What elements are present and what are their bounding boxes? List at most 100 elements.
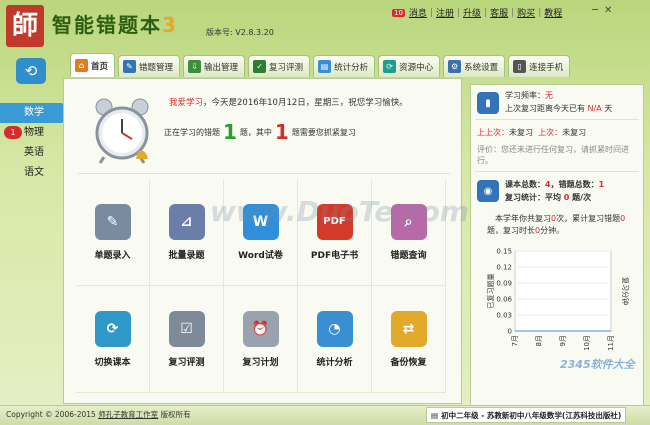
chart-xtick-label: 10月: [583, 335, 591, 351]
review-comment: 评价：您还未进行任何复习，请抓紧时间进行。: [477, 145, 629, 165]
chart-xtick-label: 11月: [607, 335, 615, 351]
menu-tutorial[interactable]: 教程: [544, 6, 562, 19]
function-label: 统计分析: [316, 357, 353, 368]
function-grid: ✎ 单题录入 ⊿ 批量录题 W Word试卷 PDF PDF电子书 ⌕ 错题查询 ⟳ 切换课…: [76, 179, 446, 394]
books-icon: ◉: [477, 180, 499, 202]
tab-stats[interactable]: ▤ 统计分析: [313, 55, 376, 77]
word-paper-button[interactable]: W Word试卷: [224, 179, 298, 286]
function-label: 复习计划: [242, 357, 279, 368]
menu-support[interactable]: 客服: [490, 6, 508, 19]
tab-phone[interactable]: ▯ 连接手机: [508, 55, 571, 77]
chart-plot-area: [514, 250, 612, 332]
subject-physics[interactable]: 1 物理: [0, 123, 62, 143]
tab-label: 错题管理: [139, 62, 174, 73]
magnifier-icon: ⌕: [390, 203, 427, 240]
pdf-icon: PDF: [316, 203, 353, 240]
word-icon: W: [242, 203, 279, 240]
chart-xtick-label: 9月: [559, 335, 567, 346]
subject-math[interactable]: 数学: [0, 103, 64, 123]
divider: [475, 119, 639, 120]
tab-label: 连接手机: [529, 62, 564, 73]
tab-review[interactable]: ✓ 复习评测: [248, 55, 311, 77]
chart-ytick-label: 0.06: [496, 296, 512, 304]
pen-paper-icon: ✎: [94, 203, 131, 240]
menu-buy[interactable]: 购买: [517, 6, 535, 19]
greeting: 我爱学习，今天是2016年10月12日，星期三，祝您学习愉快。: [169, 96, 408, 108]
learning-progress: 正在学习的错题 1 题，其中 1 题需要您抓紧复习: [164, 122, 356, 142]
chart-ytick-label: 0.12: [496, 264, 512, 272]
switch-textbook-button[interactable]: ⟳ 切换课本: [76, 286, 150, 393]
last-review-days: 上次复习距离今天已有 N/A 天: [505, 104, 613, 113]
chart-ytick-label: 0.15: [496, 248, 512, 256]
chart-ytick-label: 0.03: [496, 312, 512, 320]
error-search-button[interactable]: ⌕ 错题查询: [372, 179, 446, 286]
tab-label: 首页: [91, 61, 109, 72]
tab-label: 资源中心: [399, 62, 434, 73]
menu-separator: |: [457, 7, 461, 18]
learning-count: 1: [223, 120, 237, 144]
version-label: 版本号: V2.8.3.20: [206, 28, 274, 37]
chart-ylabel-right: 复习分钟: [621, 277, 630, 305]
tab-output[interactable]: ⇩ 输出管理: [183, 55, 246, 77]
statistics-button[interactable]: ◔ 统计分析: [298, 286, 372, 393]
function-label: PDF电子书: [310, 250, 359, 261]
review-plan-button[interactable]: ⏰ 复习计划: [224, 286, 298, 393]
year-review-time: 题，复习时长0分钟。: [487, 226, 565, 235]
subject-label: 语文: [24, 167, 44, 178]
review-test-button[interactable]: ☑ 复习评测: [150, 286, 224, 393]
settings-icon: ⚙: [448, 60, 462, 73]
chart-ytick-label: 0.09: [496, 280, 512, 288]
chart-xtick-label: 7月: [511, 335, 519, 346]
tab-error-manage[interactable]: ✎ 错题管理: [118, 55, 181, 77]
function-label: Word试卷: [238, 250, 283, 261]
home-icon: ⌂: [75, 59, 88, 72]
current-textbook[interactable]: ▤ 初中二年级 - 苏教新初中八年级数学(江苏科技出版社): [426, 407, 627, 423]
close-button[interactable]: ✕: [604, 5, 612, 16]
menu-register[interactable]: 注册: [436, 6, 454, 19]
menu-separator: |: [484, 7, 488, 18]
subject-english[interactable]: 英语: [0, 143, 62, 163]
menu-upgrade[interactable]: 升级: [463, 6, 481, 19]
minimize-button[interactable]: ─: [592, 5, 598, 16]
company-link[interactable]: 师孔子教育工作室: [98, 410, 158, 419]
alarm-icon: ⏰: [242, 310, 279, 347]
review-chart: 0.15 0.12 0.09 0.06 0.03 0 7月 8月 9月 10月 11月 已复习题量…: [486, 248, 630, 351]
phone-icon: ▯: [513, 60, 527, 73]
window-controls: ─ ✕: [592, 5, 612, 16]
chart-ytick-label: 0: [508, 328, 512, 336]
tab-settings[interactable]: ⚙ 系统设置: [443, 55, 506, 77]
switch-textbook-icon[interactable]: ⟲: [16, 58, 46, 84]
tab-home[interactable]: ⌂ 首页: [70, 53, 116, 77]
subject-chinese[interactable]: 语文: [0, 163, 62, 183]
ruler-icon: ⊿: [168, 203, 205, 240]
refresh-icon: ⟳: [94, 310, 131, 347]
subject-badge: 1: [4, 126, 22, 139]
subject-label: 物理: [24, 127, 44, 138]
progress-prefix: 正在学习的错题: [164, 127, 220, 137]
tab-label: 输出管理: [204, 62, 239, 73]
function-label: 切换课本: [94, 357, 131, 368]
subject-label: 数学: [24, 107, 44, 118]
frequency-icon: ▮: [477, 92, 499, 114]
backup-restore-button[interactable]: ⇄ 备份恢复: [372, 286, 446, 393]
progress-suffix: 题需要您抓紧复习: [291, 127, 356, 137]
checklist-icon: ☑: [168, 310, 205, 347]
tab-resources[interactable]: ⟳ 资源中心: [378, 55, 441, 77]
single-entry-button[interactable]: ✎ 单题录入: [76, 179, 150, 286]
app-logo: 師: [6, 5, 44, 47]
chart-ylabel-left: 已复习题量: [486, 274, 495, 309]
function-label: 复习评测: [168, 357, 205, 368]
function-label: 单题录入: [94, 250, 131, 261]
subject-sidebar: 数学 1 物理 英语 语文: [0, 103, 64, 183]
pdf-ebook-button[interactable]: PDF PDF电子书: [298, 179, 372, 286]
copyright: Copyright © 2006-2015 师孔子教育工作室 版权所有: [6, 410, 191, 419]
batch-entry-button[interactable]: ⊿ 批量录题: [150, 179, 224, 286]
stats-icon: ▤: [318, 60, 332, 73]
textbook-label: 初中二年级 - 苏教新初中八年级数学(江苏科技出版社): [441, 410, 622, 420]
urgent-count: 1: [274, 120, 289, 144]
menu-messages[interactable]: 消息: [409, 6, 427, 19]
app-title: 智能错题本3: [52, 13, 178, 37]
error-manage-icon: ✎: [123, 60, 137, 73]
progress-mid: 题，其中: [239, 127, 272, 137]
stats-panel: ▮ 学习频率：无 上次复习距离今天已有 N/A 天 上上次：未复习 上次：未复习…: [470, 84, 644, 406]
